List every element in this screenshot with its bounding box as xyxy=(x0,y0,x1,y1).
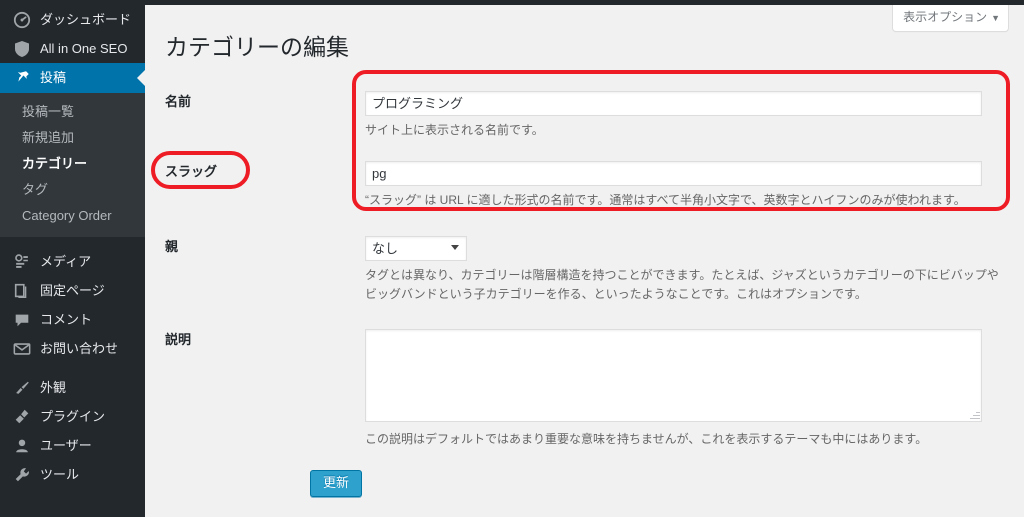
slug-input[interactable] xyxy=(365,160,982,186)
user-icon xyxy=(10,436,34,456)
page-title: カテゴリーの編集 xyxy=(165,34,349,60)
sidebar-subitem-add-new[interactable]: 新規追加 xyxy=(0,125,145,151)
sidebar-item-pages[interactable]: 固定ページ xyxy=(0,276,145,305)
description-textarea[interactable] xyxy=(365,329,982,423)
parent-select-wrap: なし xyxy=(365,236,467,262)
sidebar-separator xyxy=(0,237,145,247)
sidebar-item-label: All in One SEO xyxy=(40,41,128,56)
sidebar-item-users[interactable]: ユーザー xyxy=(0,431,145,460)
main-content: 表示オプション▼ カテゴリーの編集 名前 サイト上に表示される名前です。 スラッ… xyxy=(145,5,1024,517)
parent-description: タグとは異なり、カテゴリーは階層構造を持つことができます。たとえば、ジャズという… xyxy=(365,268,999,301)
description-field-cell: この説明はデフォルトではあまり重要な意味を持ちませんが、これを表示するテーマも中… xyxy=(365,321,1005,449)
sidebar-submenu-posts: 投稿一覧 新規追加 カテゴリー タグ Category Order xyxy=(0,93,145,237)
sidebar-item-label: メディア xyxy=(40,254,92,269)
name-description: サイト上に表示される名前です。 xyxy=(365,123,544,137)
sidebar-item-comments[interactable]: コメント xyxy=(0,305,145,334)
page-icon xyxy=(10,281,34,301)
sidebar-item-label: ダッシュボード xyxy=(40,12,132,27)
sidebar-item-tools[interactable]: ツール xyxy=(0,460,145,489)
sidebar-item-plugins[interactable]: プラグイン xyxy=(0,402,145,431)
sidebar-subitem-category-order[interactable]: Category Order xyxy=(0,203,145,229)
sidebar-subitem-categories[interactable]: カテゴリー xyxy=(0,151,145,177)
form-row-parent: 親 なし タグとは異なり、カテゴリーは階層構造を持つことができます。たとえば、ジ… xyxy=(165,228,1005,303)
sidebar-subitem-tags[interactable]: タグ xyxy=(0,177,145,203)
sidebar-item-label: 固定ページ xyxy=(40,283,105,298)
form-row-slug: スラッグ “スラッグ” は URL に適した形式の名前です。通常はすべて半角小文… xyxy=(165,153,1005,210)
shield-icon xyxy=(10,39,34,59)
paintbrush-icon xyxy=(10,378,34,398)
media-icon xyxy=(10,252,34,272)
sidebar-item-label: 投稿 xyxy=(40,70,67,85)
admin-sidebar: ダッシュボード All in One SEO 投稿 投稿一覧 新規追加 カテゴリ… xyxy=(0,0,145,517)
sidebar-item-label: お問い合わせ xyxy=(40,341,119,356)
dashboard-icon xyxy=(10,10,34,30)
comment-icon xyxy=(10,310,34,330)
description-label: 説明 xyxy=(165,332,192,348)
sidebar-item-appearance[interactable]: 外観 xyxy=(0,373,145,402)
sidebar-item-dashboard[interactable]: ダッシュボード xyxy=(0,5,145,34)
sidebar-item-label: コメント xyxy=(40,312,93,327)
parent-label: 親 xyxy=(165,239,179,255)
screen-options-toggle[interactable]: 表示オプション ▼ xyxy=(892,5,1009,32)
pin-icon xyxy=(10,68,34,88)
envelope-icon xyxy=(10,339,34,359)
slug-label: スラッグ xyxy=(165,163,218,179)
sidebar-item-contact[interactable]: お問い合わせ xyxy=(0,334,145,363)
name-field-cell: サイト上に表示される名前です。 xyxy=(365,83,1005,140)
name-input[interactable] xyxy=(365,91,982,116)
sidebar-subitem-all-posts[interactable]: 投稿一覧 xyxy=(0,99,145,125)
slug-field-cell: “スラッグ” は URL に適した形式の名前です。通常はすべて半角小文字で、英数… xyxy=(365,153,1005,210)
sidebar-item-label: ユーザー xyxy=(40,438,92,453)
parent-select[interactable]: なし xyxy=(365,236,467,262)
name-label: 名前 xyxy=(165,94,192,109)
sidebar-item-label: ツール xyxy=(40,467,80,482)
form-row-description: 説明 この説明はデフォルトではあまり重要な意味を持ちませんが、これを表示するテー… xyxy=(165,321,1005,449)
description-help: この説明はデフォルトではあまり重要な意味を持ちませんが、これを表示するテーマも中… xyxy=(365,432,928,447)
screen-options-label: 表示オプション xyxy=(903,10,988,24)
sidebar-item-label: プラグイン xyxy=(40,409,106,424)
sidebar-item-posts[interactable]: 投稿 xyxy=(0,63,145,93)
slug-description: “スラッグ” は URL に適した形式の名前です。通常はすべて半角小文字で、英数… xyxy=(365,192,966,207)
edit-category-form: 名前 サイト上に表示される名前です。 スラッグ “スラッグ” は URL に適し… xyxy=(165,83,1005,449)
sidebar-item-media[interactable]: メディア xyxy=(0,247,145,276)
description-textarea-wrap xyxy=(365,329,982,423)
form-row-name: 名前 サイト上に表示される名前です。 xyxy=(165,83,1005,140)
sidebar-separator xyxy=(0,363,145,373)
update-button[interactable]: 更新 xyxy=(310,470,363,497)
sidebar-item-all-in-one-seo[interactable]: All in One SEO xyxy=(0,34,145,63)
wrench-icon xyxy=(10,465,34,485)
sidebar-item-label: 外観 xyxy=(40,380,67,395)
submit-row: 更新 xyxy=(310,470,363,497)
chevron-down-icon: ▼ xyxy=(991,13,1000,23)
parent-field-cell: なし タグとは異なり、カテゴリーは階層構造を持つことができます。たとえば、ジャズ… xyxy=(365,228,1005,303)
screen-meta-links: 表示オプション ▼ xyxy=(892,5,1009,32)
plug-icon xyxy=(10,407,34,427)
